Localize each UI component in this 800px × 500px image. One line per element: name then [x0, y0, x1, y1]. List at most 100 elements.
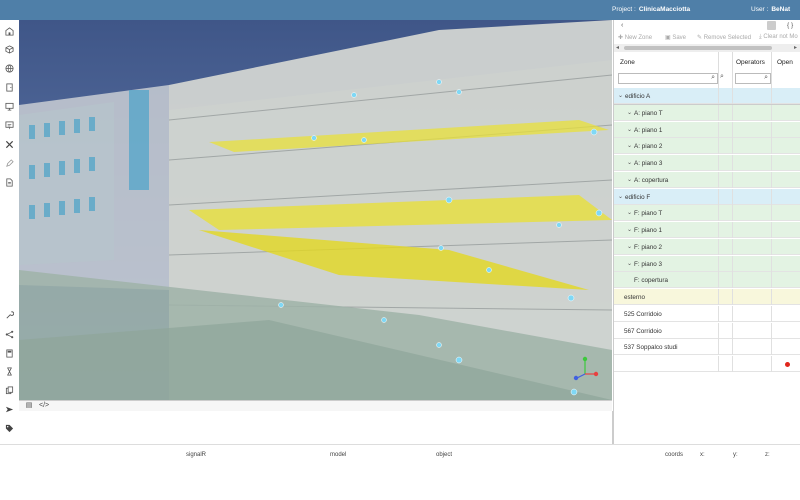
zone-row[interactable]: esterno — [614, 289, 800, 305]
document-icon[interactable] — [5, 178, 14, 187]
code-icon[interactable]: </> — [39, 402, 49, 410]
search-icon[interactable]: ⌕ — [764, 74, 768, 82]
building-model-render[interactable] — [19, 20, 612, 400]
door-icon[interactable] — [5, 83, 14, 92]
console-area[interactable] — [19, 411, 613, 445]
chevron-down-icon[interactable]: ⌄ — [618, 92, 623, 99]
zone-row[interactable]: 525 Corridoio — [614, 305, 800, 322]
project-name[interactable]: ClinicaMacciotta — [639, 6, 690, 13]
user-icon[interactable] — [767, 21, 776, 30]
cell-divider — [718, 305, 719, 322]
search-icon[interactable]: ⌕ — [711, 74, 715, 82]
scroll-left-icon[interactable]: ◂ — [616, 44, 619, 51]
column-zone[interactable]: Zone — [620, 59, 635, 66]
zone-row[interactable]: ⌄ F: piano 1 — [614, 222, 800, 238]
cell-divider — [732, 238, 733, 255]
chevron-down-icon[interactable]: ⌄ — [627, 176, 632, 183]
zone-label: edificio F — [625, 193, 651, 201]
scrollbar-thumb[interactable] — [624, 46, 772, 50]
zone-row[interactable]: ⌄ A: piano 3 — [614, 155, 800, 171]
cell-divider — [732, 305, 733, 322]
cell-divider — [732, 104, 733, 121]
zone-label: 525 Corridoio — [624, 310, 662, 318]
model-status: model — [330, 452, 347, 458]
tools-icon[interactable] — [5, 140, 14, 149]
tag-icon[interactable] — [5, 424, 14, 433]
search-icon[interactable]: ⌕ — [720, 73, 730, 82]
cell-divider — [732, 322, 733, 339]
horizontal-scrollbar[interactable]: ◂ ▸ — [614, 44, 800, 52]
cell-divider — [771, 171, 772, 188]
zone-row[interactable]: F: copertura — [614, 272, 800, 289]
column-open[interactable]: Open — [777, 59, 793, 66]
wrench-icon[interactable] — [5, 311, 14, 320]
chevron-down-icon[interactable]: ⌄ — [627, 243, 632, 250]
zone-label: F: copertura — [634, 277, 668, 285]
braces-icon[interactable]: { } — [787, 22, 793, 29]
zone-label: A: piano T — [634, 109, 663, 117]
chevron-down-icon[interactable]: ⌄ — [618, 193, 623, 200]
zone-label: A: copertura — [634, 176, 669, 184]
column-operators[interactable]: Operators — [736, 59, 765, 66]
building-icon[interactable] — [5, 27, 14, 36]
zone-row[interactable]: ⌄ edificio F — [614, 188, 800, 205]
zone-label: A: piano 1 — [634, 126, 663, 134]
copy-icon[interactable] — [5, 386, 14, 395]
chevron-down-icon[interactable]: ⌄ — [627, 142, 632, 149]
remove-selected-button[interactable]: ✎ Remove Selected — [697, 34, 751, 41]
hourglass-icon[interactable] — [5, 367, 14, 376]
cell-divider — [718, 121, 719, 138]
edit-icon[interactable] — [5, 159, 14, 168]
cell-divider — [732, 339, 733, 356]
panel-top: ‹ { } — [614, 20, 800, 32]
coord-y-label: y: — [733, 452, 738, 458]
cell-divider — [771, 121, 772, 138]
zone-row[interactable]: ⌄ F: piano T — [614, 205, 800, 222]
scroll-right-icon[interactable]: ▸ — [794, 44, 797, 51]
table-icon[interactable]: ▤ — [24, 402, 34, 410]
chevron-down-icon[interactable]: ⌄ — [627, 226, 632, 233]
globe-icon[interactable] — [5, 64, 14, 73]
zone-label: esterno — [624, 294, 646, 301]
3d-viewport[interactable] — [19, 20, 612, 400]
zone-row[interactable]: ⌄ edificio A — [614, 88, 800, 104]
cell-divider — [771, 272, 772, 289]
zone-toolbar: ✚ New Zone ▣ Save ✎ Remove Selected ⤓ Cl… — [614, 32, 800, 43]
footer-space — [0, 465, 800, 500]
top-bar: Project : ClinicaMacciotta User : BeNat — [0, 0, 800, 20]
operators-filter-input[interactable]: ⌕ — [735, 73, 771, 84]
zone-row[interactable]: 537 Soppalco studi — [614, 339, 800, 356]
zone-filter-input[interactable]: ⌕ — [618, 73, 718, 84]
send-icon[interactable] — [5, 405, 14, 414]
user-name[interactable]: BeNat — [771, 6, 790, 13]
zone-row[interactable]: ⌄ A: piano T — [614, 104, 800, 121]
cell-divider — [718, 222, 719, 238]
zone-row[interactable]: ⌄ A: piano 2 — [614, 138, 800, 155]
zone-row[interactable]: 567 Corridoio — [614, 322, 800, 339]
zone-row[interactable]: ⌄ F: piano 2 — [614, 238, 800, 255]
chevron-down-icon[interactable]: ⌄ — [627, 109, 632, 116]
project-label: Project : — [612, 6, 636, 13]
calculator-icon[interactable] — [5, 349, 14, 358]
zone-row[interactable]: ⌄ A: piano 1 — [614, 121, 800, 138]
monitor-icon[interactable] — [5, 102, 14, 111]
cube-icon[interactable] — [5, 45, 14, 54]
clear-not-mo-button[interactable]: ⤓ Clear not Mo — [759, 34, 798, 41]
cell-divider — [771, 289, 772, 305]
zone-row[interactable]: ⌄ F: piano 3 — [614, 255, 800, 272]
new-zone-button[interactable]: ✚ New Zone — [618, 34, 652, 41]
presentation-icon[interactable] — [5, 121, 14, 130]
cell-divider — [771, 238, 772, 255]
chevron-left-icon[interactable]: ‹ — [621, 22, 623, 29]
share-icon[interactable] — [5, 330, 14, 339]
cell-divider — [718, 171, 719, 188]
cell-divider — [718, 138, 719, 155]
chevron-down-icon[interactable]: ⌄ — [627, 159, 632, 166]
cell-divider — [718, 322, 719, 339]
save-button[interactable]: ▣ Save — [665, 34, 686, 41]
zone-row[interactable]: ⌄ A: copertura — [614, 171, 800, 188]
chevron-down-icon[interactable]: ⌄ — [627, 209, 632, 216]
chevron-down-icon[interactable]: ⌄ — [627, 126, 632, 133]
chevron-down-icon[interactable]: ⌄ — [627, 260, 632, 267]
zone-row[interactable] — [614, 356, 800, 372]
